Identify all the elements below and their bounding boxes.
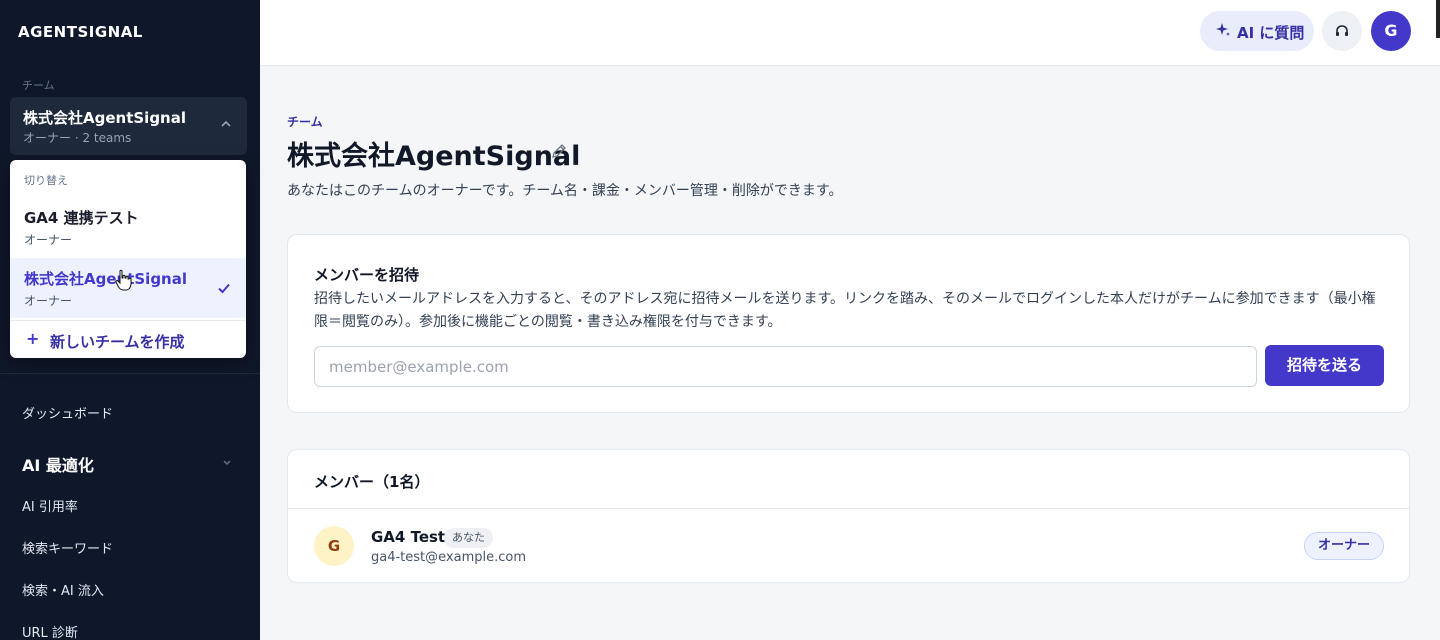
members-divider — [288, 508, 1409, 509]
invite-email-input[interactable] — [314, 346, 1257, 387]
chevron-up-icon — [221, 120, 231, 127]
member-name: GA4 Test — [371, 528, 446, 546]
nav-url-diagnosis[interactable]: URL 診断 — [22, 622, 78, 640]
dropdown-item-name: 株式会社AgentSignal — [24, 270, 187, 288]
sidebar: AGENTSIGNAL チーム 株式会社AgentSignal オーナー · 2… — [0, 0, 260, 640]
page-title: 株式会社AgentSignal — [287, 141, 581, 172]
nav-group-ai[interactable]: AI 最適化 — [22, 452, 94, 476]
support-button[interactable] — [1322, 11, 1362, 51]
pencil-icon[interactable] — [550, 142, 568, 160]
user-avatar[interactable]: G — [1371, 11, 1411, 51]
dropdown-item-ga4[interactable]: GA4 連携テスト オーナー — [10, 197, 246, 257]
window-edge — [1436, 0, 1440, 38]
member-email: ga4-test@example.com — [371, 550, 526, 565]
you-badge: あなた — [444, 528, 493, 548]
page-kicker: チーム — [287, 115, 323, 129]
headset-icon — [1336, 25, 1348, 36]
page-description: あなたはこのチームのオーナーです。チーム名・課金・メンバー管理・削除ができます。 — [287, 183, 843, 199]
send-invite-button[interactable]: 招待を送る — [1265, 345, 1384, 386]
team-caption: チーム — [22, 79, 55, 92]
invite-title: メンバーを招待 — [314, 266, 420, 284]
ask-ai-label: AI に質問 — [1237, 24, 1305, 42]
members-title: メンバー（1名） — [314, 473, 430, 491]
nav-ai-citation[interactable]: AI 引用率 — [22, 496, 78, 515]
current-team-name: 株式会社AgentSignal — [23, 109, 186, 127]
dropdown-item-name: GA4 連携テスト — [24, 209, 139, 227]
hand-cursor-icon — [115, 269, 132, 291]
invite-description: 招待したいメールアドレスを入力すると、そのアドレス宛に招待メールを送ります。リン… — [314, 291, 1376, 330]
chevron-down-icon — [223, 460, 231, 465]
members-card: メンバー（1名） G GA4 Test あなた ga4-test@example… — [287, 449, 1410, 583]
create-team-button[interactable]: + 新しいチームを作成 — [10, 320, 246, 358]
dropdown-item-role: オーナー — [24, 233, 73, 247]
team-switcher[interactable]: 株式会社AgentSignal オーナー · 2 teams — [10, 97, 247, 155]
nav-search-ai-traffic[interactable]: 検索・AI 流入 — [22, 580, 104, 599]
create-team-label: 新しいチームを作成 — [50, 333, 185, 351]
ask-ai-button[interactable]: AI に質問 — [1200, 11, 1314, 51]
check-icon — [218, 283, 230, 294]
invite-card: メンバーを招待 招待したいメールアドレスを入力すると、そのアドレス宛に招待メール… — [287, 234, 1410, 413]
brand-logo: AGENTSIGNAL — [18, 23, 143, 41]
member-avatar: G — [314, 526, 354, 566]
role-badge: オーナー — [1304, 532, 1384, 560]
sparkle-icon — [1216, 23, 1230, 36]
dropdown-item-role: オーナー — [24, 294, 73, 308]
plus-icon: + — [26, 329, 40, 348]
nav-search-keywords[interactable]: 検索キーワード — [22, 538, 113, 557]
team-dropdown-menu: 切り替え GA4 連携テスト オーナー 株式会社AgentSignal オーナー… — [10, 160, 246, 358]
current-team-sub: オーナー · 2 teams — [23, 131, 132, 145]
nav-dashboard[interactable]: ダッシュボード — [22, 403, 113, 422]
topbar: AI に質問 G — [260, 0, 1440, 66]
sidebar-divider — [0, 373, 260, 374]
dropdown-caption: 切り替え — [24, 174, 68, 187]
